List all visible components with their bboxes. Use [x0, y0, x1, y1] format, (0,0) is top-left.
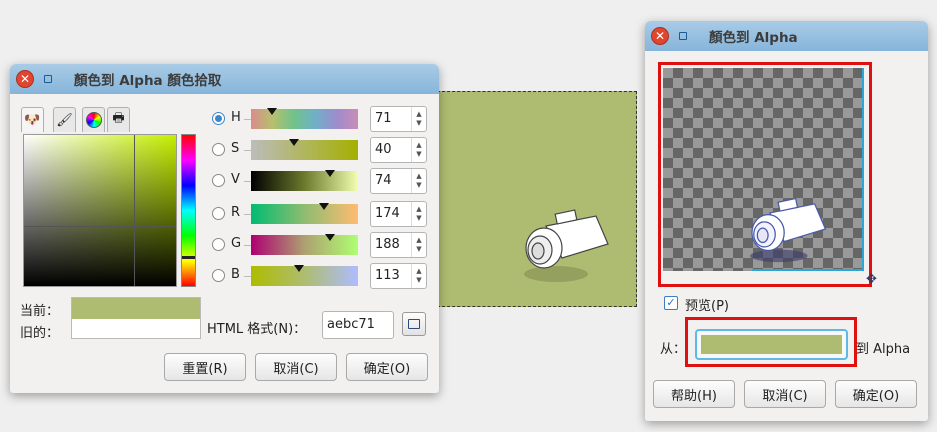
dialog-title: 顏色到 Alpha [709, 30, 798, 46]
from-color-swatch [701, 335, 842, 354]
label-r: R [231, 205, 241, 220]
value-v: 74 [375, 173, 392, 188]
crosshair-horizontal [24, 226, 176, 227]
radio-s[interactable] [212, 143, 225, 156]
radio-v[interactable] [212, 174, 225, 187]
hue-strip[interactable] [181, 134, 196, 287]
from-color-button[interactable] [695, 329, 848, 360]
maximize-icon[interactable] [675, 28, 691, 44]
color-picker-titlebar: ✕ 顏色到 Alpha 顏色拾取 [10, 64, 439, 94]
spin-arrows-icon[interactable]: ▲ ▼ [411, 169, 426, 193]
spin-arrows-icon[interactable]: ▲ ▼ [411, 202, 426, 226]
html-label: HTML 格式(N)： [207, 322, 307, 337]
spin-h[interactable]: 71 ▲ ▼ [370, 106, 427, 132]
slider-marker [325, 234, 335, 241]
maximize-icon[interactable] [40, 71, 56, 87]
spin-g[interactable]: 188 ▲ ▼ [370, 232, 427, 258]
color-swatch [71, 297, 201, 339]
value-g: 188 [375, 237, 400, 252]
image-canvas[interactable] [437, 91, 637, 307]
slider-h[interactable] [251, 108, 358, 129]
current-label: 当前： [20, 304, 60, 319]
label-h: H [231, 110, 241, 125]
navigate-icon[interactable]: ✥ [866, 273, 877, 286]
ok-button[interactable]: 确定(O) [346, 353, 428, 381]
radio-h[interactable] [212, 112, 225, 125]
dialog-title: 顏色到 Alpha 顏色拾取 [74, 73, 222, 89]
close-icon[interactable]: ✕ [651, 27, 669, 45]
close-icon[interactable]: ✕ [16, 70, 34, 88]
radio-b[interactable] [212, 269, 225, 282]
spin-b[interactable]: 113 ▲ ▼ [370, 263, 427, 289]
crosshair-vertical [134, 135, 135, 286]
label-s: S [231, 141, 240, 156]
eyedropper-icon [408, 319, 420, 329]
value-r: 174 [375, 206, 400, 221]
label-v: V [231, 172, 240, 187]
current-color-swatch [72, 298, 200, 319]
slider-marker [325, 170, 335, 177]
label-g: G [231, 236, 242, 251]
gimp-icon[interactable]: 🐶 [21, 107, 44, 132]
cancel-button[interactable]: 取消(C) [255, 353, 337, 381]
preview-scroll-right[interactable] [862, 68, 864, 271]
spin-arrows-icon[interactable]: ▲ ▼ [411, 233, 426, 257]
slider-s[interactable] [251, 139, 358, 160]
camera-image [524, 209, 609, 282]
spin-arrows-icon[interactable]: ▲ ▼ [411, 138, 426, 162]
slider-r[interactable] [251, 203, 358, 224]
slider-v[interactable] [251, 170, 358, 191]
slider-b[interactable] [251, 265, 358, 286]
old-color-swatch [72, 319, 200, 338]
slider-marker [289, 139, 299, 146]
cancel-button[interactable]: 取消(C) [744, 380, 826, 408]
color-wheel-icon[interactable] [82, 107, 105, 132]
slider-marker [294, 265, 304, 272]
value-b: 113 [375, 268, 400, 283]
color-to-alpha-titlebar: ✕ 顏色到 Alpha [645, 21, 928, 51]
spin-arrows-icon[interactable]: ▲ ▼ [411, 107, 426, 131]
label-b: B [231, 267, 240, 282]
preview-checkbox[interactable]: ✓ [664, 296, 678, 310]
value-h: 71 [375, 111, 392, 126]
reset-button[interactable]: 重置(R) [164, 353, 246, 381]
spin-s[interactable]: 40 ▲ ▼ [370, 137, 427, 163]
preview-scroll-bottom[interactable] [752, 269, 864, 271]
spin-arrows-icon[interactable]: ▲ ▼ [411, 264, 426, 288]
eyedropper-button[interactable] [402, 312, 426, 336]
help-button[interactable]: 帮助(H) [653, 380, 735, 408]
spin-r[interactable]: 174 ▲ ▼ [370, 201, 427, 227]
radio-g[interactable] [212, 238, 225, 251]
camera-image [750, 197, 827, 263]
hue-marker [182, 256, 195, 259]
preview-area[interactable] [663, 68, 864, 271]
spin-v[interactable]: 74 ▲ ▼ [370, 168, 427, 194]
preview-label: 预览(P) [685, 299, 729, 314]
slider-marker [267, 108, 277, 115]
slider-g[interactable] [251, 234, 358, 255]
value-s: 40 [375, 142, 392, 157]
radio-r[interactable] [212, 207, 225, 220]
slider-marker [319, 203, 329, 210]
color-square[interactable] [23, 134, 177, 287]
ok-button[interactable]: 确定(O) [835, 380, 917, 408]
printer-icon[interactable]: 🖶 [107, 107, 130, 132]
brush-icon[interactable]: 🖌 [53, 107, 76, 132]
old-label: 旧的： [20, 326, 60, 341]
html-input[interactable]: aebc71 [322, 311, 394, 339]
from-label: 从： [660, 342, 687, 357]
to-alpha-label: 到 Alpha [856, 342, 911, 357]
